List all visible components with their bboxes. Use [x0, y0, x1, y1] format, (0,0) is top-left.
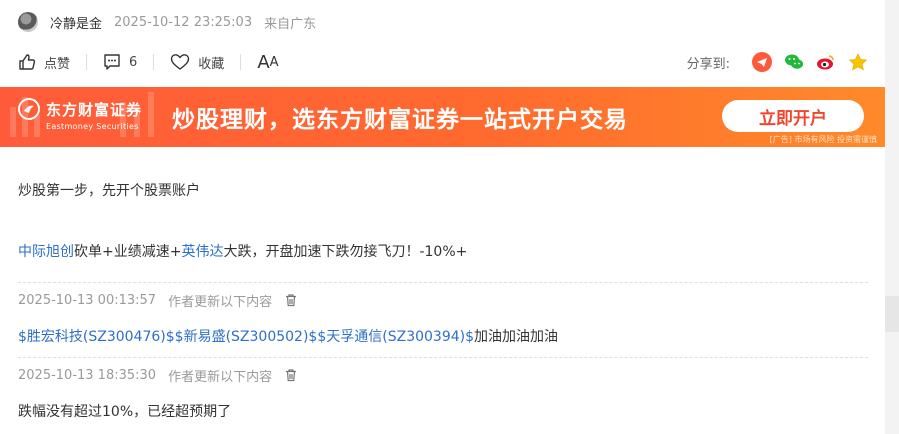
- scroll-thumb[interactable]: [885, 296, 899, 332]
- banner-slogan: 炒股理财，选东方财富证券一站式开户交易: [172, 107, 628, 133]
- like-button[interactable]: 点赞: [18, 53, 70, 72]
- stock-link[interactable]: 英伟达: [181, 244, 223, 260]
- favorite-button[interactable]: 收藏: [170, 53, 224, 72]
- post-main-text: 中际旭创砍单+业绩减速+英伟达大跌，开盘加速下跌勿接飞刀！-10%+: [18, 241, 868, 261]
- update-time: 2025-10-13 00:13:57: [18, 292, 157, 308]
- share-bar: 分享到:: [687, 50, 868, 74]
- qzone-star-icon[interactable]: [848, 52, 868, 72]
- weibo-icon[interactable]: [816, 52, 836, 72]
- comment-count: 6: [129, 54, 138, 70]
- action-bar: 点赞 6 收藏 AA 分享到:: [18, 50, 868, 74]
- eastmoney-logo-icon: [18, 98, 40, 120]
- stock-link[interactable]: $胜宏科技(SZ300476)$: [18, 329, 175, 345]
- font-size-large: A: [257, 51, 270, 73]
- divider: [153, 54, 155, 70]
- update-header: 2025-10-13 18:35:30 作者更新以下内容: [18, 365, 298, 385]
- post-text-segment: 砍单+业绩减速+: [74, 244, 182, 260]
- telegram-style-icon[interactable]: [752, 52, 772, 72]
- font-size-small: A: [269, 54, 279, 70]
- update-label: 作者更新以下内容: [168, 369, 273, 385]
- thumbs-up-icon: [19, 54, 36, 70]
- brand-name-cn: 东方财富证券: [46, 100, 143, 119]
- post-text-segment: 大跌，开盘加速下跌勿接飞刀！-10%+: [223, 244, 468, 260]
- update-label: 作者更新以下内容: [168, 294, 273, 310]
- stock-link[interactable]: $天孚通信(SZ300394)$: [317, 329, 474, 345]
- update-time: 2025-10-13 18:35:30: [18, 367, 157, 383]
- font-size-toggle[interactable]: AA: [257, 52, 278, 73]
- update-header: 2025-10-13 00:13:57 作者更新以下内容: [18, 290, 298, 310]
- post-source: 来自广东: [264, 16, 317, 32]
- post-time: 2025-10-12 23:25:03: [114, 14, 253, 30]
- stock-link[interactable]: 中际旭创: [18, 244, 74, 260]
- ad-disclaimer: [广告] 市场有风险 投资需谨慎: [769, 135, 877, 144]
- page-scroll-gutter: [885, 0, 899, 434]
- share-label: 分享到:: [686, 56, 730, 72]
- brand-name-en: Eastmoney Securities: [46, 122, 139, 131]
- author-name[interactable]: 冷静是金: [50, 13, 102, 32]
- update-content: $胜宏科技(SZ300476)$$新易盛(SZ300502)$$天孚通信(SZ3…: [18, 326, 868, 346]
- like-label: 点赞: [44, 56, 71, 72]
- comment-icon: [104, 54, 120, 70]
- stock-link[interactable]: $新易盛(SZ300502)$: [175, 329, 318, 345]
- eastmoney-logo: 东方财富证券 Eastmoney Securities: [18, 98, 148, 136]
- open-account-link[interactable]: 炒股第一步，先开个股票账户: [18, 180, 868, 200]
- trash-icon[interactable]: [284, 293, 298, 307]
- divider: [86, 54, 88, 70]
- open-account-button[interactable]: 立即开户: [722, 100, 864, 132]
- update-divider: [18, 357, 868, 358]
- avatar[interactable]: [18, 12, 38, 32]
- divider: [240, 54, 242, 70]
- heart-icon: [171, 54, 190, 70]
- trash-icon[interactable]: [284, 368, 298, 382]
- update-text: 加油加油加油: [474, 329, 559, 345]
- update-divider: [18, 282, 868, 283]
- update-content: 跌幅没有超过10%，已经超预期了: [18, 404, 232, 420]
- ad-banner[interactable]: 东方财富证券 Eastmoney Securities 炒股理财，选东方财富证券…: [0, 87, 885, 147]
- post-meta: 冷静是金 2025-10-12 23:25:03 来自广东: [18, 10, 328, 34]
- wechat-icon[interactable]: [784, 52, 804, 72]
- comment-button[interactable]: 6: [103, 53, 137, 71]
- favorite-label: 收藏: [198, 56, 225, 72]
